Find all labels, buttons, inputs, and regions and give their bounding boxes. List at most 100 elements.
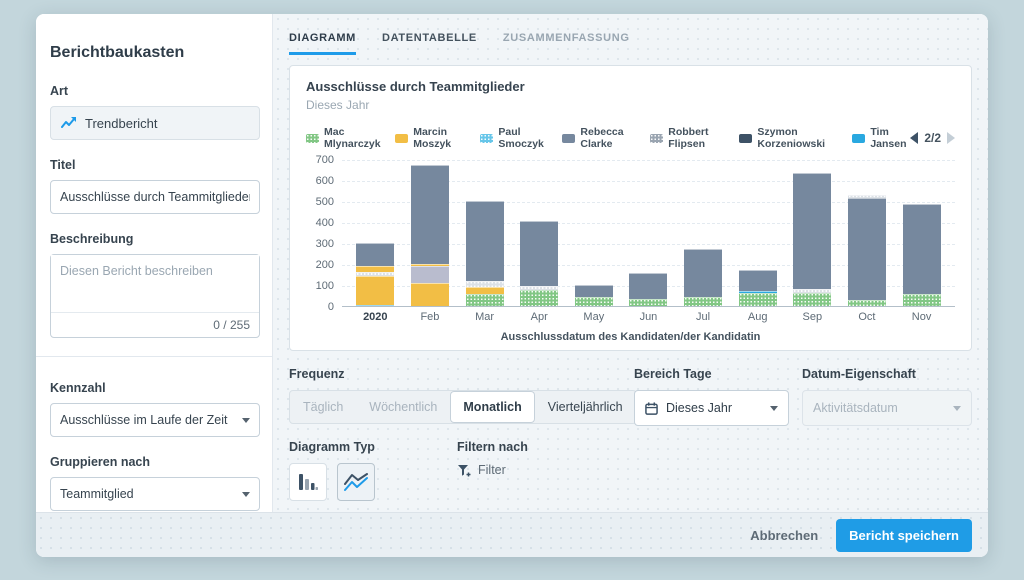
filter-plus-icon — [457, 464, 471, 477]
legend-item[interactable]: Paul Smoczyk — [480, 126, 548, 150]
trend-chart-icon — [344, 472, 368, 492]
date-property-dropdown: Aktivitätsdatum — [802, 390, 972, 426]
chevron-down-icon — [242, 418, 250, 423]
stacked-bar-jul — [684, 249, 722, 306]
page-background: Berichtbaukasten Art Trendbericht Titel … — [0, 0, 1024, 580]
bar-segment-green — [520, 290, 558, 306]
bar-segment-green — [848, 300, 886, 306]
x-tick-label: 2020 — [356, 311, 394, 323]
bar-segment-yellow — [411, 283, 449, 306]
bereich-tage-label: Bereich Tage — [634, 367, 794, 381]
legend-swatch — [306, 134, 319, 143]
bar-segment-green — [793, 293, 831, 306]
legend-item[interactable]: Mac Mlynarczyk — [306, 126, 381, 150]
report-type-chip[interactable]: Trendbericht — [50, 106, 260, 140]
stacked-bar-nov — [903, 204, 941, 306]
legend-item[interactable]: Rebecca Clarke — [562, 126, 636, 150]
trend-chart-type-button[interactable] — [337, 463, 375, 501]
tab-zusammenfassung[interactable]: ZUSAMMENFASSUNG — [503, 32, 630, 55]
description-textarea[interactable] — [51, 255, 259, 307]
char-counter: 0 / 255 — [51, 312, 259, 337]
kennzahl-label: Kennzahl — [50, 381, 260, 395]
bar-segment-grayblue — [411, 165, 449, 263]
frequency-option-monatlich[interactable]: Monatlich — [450, 391, 534, 423]
legend-swatch — [852, 134, 865, 143]
legend-name: Tim Jansen — [870, 126, 910, 150]
legend-name: Robbert Flipsen — [668, 126, 725, 150]
bar-segment-grayblue — [793, 173, 831, 290]
legend-item[interactable]: Tim Jansen — [852, 126, 910, 150]
legend-swatch — [395, 134, 408, 143]
stacked-bar-mar — [466, 201, 504, 306]
bar-segment-grayblue — [575, 285, 613, 297]
filter-button-label: Filter — [478, 463, 506, 477]
legend-item[interactable]: Marcin Moszyk — [395, 126, 466, 150]
chart-title: Ausschlüsse durch Teammitglieder — [306, 79, 955, 94]
titel-label: Titel — [50, 158, 260, 172]
report-builder-sidebar: Berichtbaukasten Art Trendbericht Titel … — [36, 14, 272, 512]
bar-segment-grayblue — [466, 201, 504, 281]
y-tick-label: 100 — [316, 280, 334, 292]
legend-swatch — [739, 134, 752, 143]
frequency-option-täglich: Täglich — [290, 391, 356, 423]
bar-segment-yellow — [356, 276, 394, 305]
legend-pager: 2/2 — [910, 131, 955, 145]
report-preview-panel: DIAGRAMM DATENTABELLE ZUSAMMENFASSUNG Au… — [272, 14, 988, 512]
x-tick-label: Apr — [520, 311, 558, 323]
cancel-button[interactable]: Abbrechen — [750, 528, 818, 543]
y-tick-label: 0 — [328, 301, 334, 313]
bar-segment-grayblue — [903, 204, 941, 294]
chart-card: Ausschlüsse durch Teammitglieder Dieses … — [289, 65, 972, 351]
stacked-bar-feb — [411, 165, 449, 306]
legend-name: Mac Mlynarczyk — [324, 126, 381, 150]
legend-name: Rebecca Clarke — [580, 126, 636, 150]
y-tick-label: 600 — [316, 175, 334, 187]
art-label: Art — [50, 84, 260, 98]
y-tick-label: 300 — [316, 238, 334, 250]
tab-datentabelle[interactable]: DATENTABELLE — [382, 32, 477, 55]
legend-item[interactable]: Robbert Flipsen — [650, 126, 725, 150]
metric-select-value: Ausschlüsse im Laufe der Zeit — [60, 413, 227, 427]
stacked-bar-2020 — [356, 243, 394, 306]
bar-chart-type-button[interactable] — [289, 463, 327, 501]
legend-next-icon[interactable] — [947, 132, 955, 144]
date-range-dropdown[interactable]: Dieses Jahr — [634, 390, 789, 426]
date-property-value: Aktivitätsdatum — [813, 401, 898, 415]
bar-segment-grayblue — [848, 198, 886, 300]
add-filter-button[interactable]: Filter — [457, 463, 528, 477]
bar-segment-green — [903, 294, 941, 306]
x-axis-labels: 2020FebMarAprMayJunJulAugSepOctNov — [348, 311, 949, 323]
x-tick-label: Jul — [684, 311, 722, 323]
legend-page-indicator: 2/2 — [924, 131, 941, 145]
metric-select[interactable]: Ausschlüsse im Laufe der Zeit — [50, 403, 260, 437]
x-tick-label: Nov — [903, 311, 941, 323]
tab-diagramm[interactable]: DIAGRAMM — [289, 32, 356, 55]
chevron-down-icon — [770, 406, 778, 411]
legend-item[interactable]: Szymon Korzeniowski — [739, 126, 838, 150]
calendar-icon — [645, 402, 658, 415]
x-tick-label: May — [575, 311, 613, 323]
legend-swatch — [650, 134, 663, 143]
x-tick-label: Feb — [411, 311, 449, 323]
bar-chart-icon — [297, 471, 319, 493]
y-tick-label: 200 — [316, 259, 334, 271]
plot — [342, 160, 955, 307]
x-axis-title: Ausschlussdatum des Kandidaten/der Kandi… — [306, 331, 955, 343]
bar-segment-cyan — [356, 305, 394, 306]
bar-segment-green — [684, 297, 722, 306]
bars — [348, 160, 949, 306]
modal-footer: Abbrechen Bericht speichern — [36, 512, 988, 557]
title-input[interactable] — [50, 180, 260, 214]
chevron-down-icon — [953, 406, 961, 411]
bar-segment-grayblue — [356, 243, 394, 266]
chart-subtitle: Dieses Jahr — [306, 98, 955, 112]
stacked-bar-sep — [793, 173, 831, 306]
legend-name: Szymon Korzeniowski — [757, 126, 838, 150]
group-by-select[interactable]: Teammitglied — [50, 477, 260, 511]
chart-legend: Mac Mlynarczyk Marcin Moszyk Paul Smoczyk R… — [306, 126, 910, 150]
frequency-option-vierteljährlich[interactable]: Vierteljährlich — [535, 391, 636, 423]
legend-prev-icon[interactable] — [910, 132, 918, 144]
legend-name: Paul Smoczyk — [498, 126, 548, 150]
save-report-button[interactable]: Bericht speichern — [836, 519, 972, 552]
x-tick-label: Aug — [739, 311, 777, 323]
